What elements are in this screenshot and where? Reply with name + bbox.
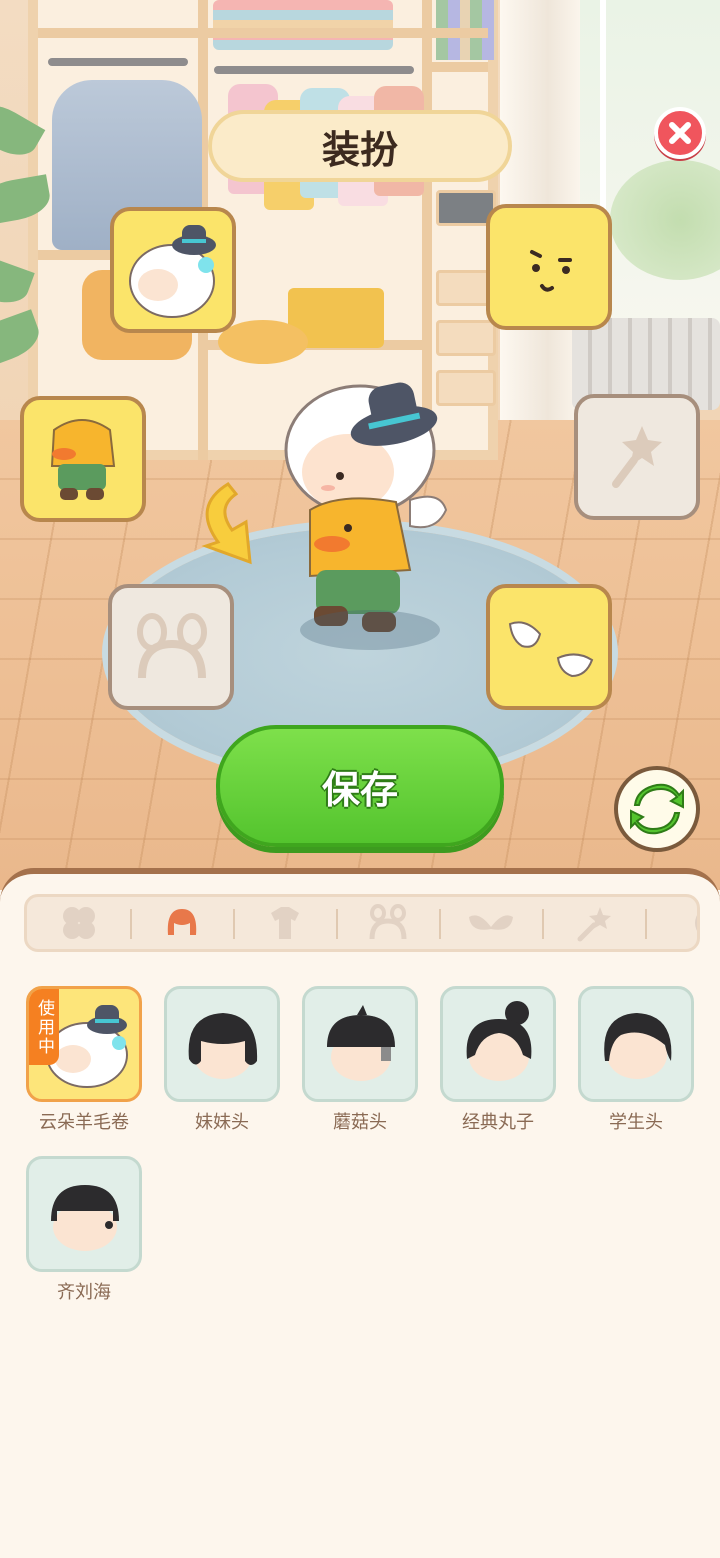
tab-hair[interactable] xyxy=(130,897,233,949)
item-name: 学生头 xyxy=(609,1112,663,1133)
hair-item-bun[interactable]: 经典丸子 xyxy=(440,986,556,1134)
item-thumbnail: 使用中 xyxy=(26,986,142,1102)
tab-headband[interactable] xyxy=(336,897,439,949)
angel-wings-icon xyxy=(508,621,594,678)
hair-item-student[interactable]: 学生头 xyxy=(578,986,694,1134)
hair-icon xyxy=(167,909,196,935)
item-thumbnail xyxy=(164,986,280,1102)
bob-hair-icon xyxy=(188,1013,258,1079)
hair-item-mushroom[interactable]: 蘑菇头 xyxy=(302,986,418,1134)
character-avatar xyxy=(270,380,470,660)
item-thumbnail xyxy=(440,986,556,1102)
headband-icon xyxy=(369,904,406,940)
star-wand-icon xyxy=(612,426,662,488)
wardrobe-panel: 使用中 云朵羊毛卷 妹妹头 蘑菇头 经典丸子 学生头 齐刘海 xyxy=(0,868,720,1558)
mushroom-hair-icon xyxy=(327,1005,395,1081)
bangs-hair-icon xyxy=(51,1185,119,1251)
save-button[interactable]: 保存 xyxy=(216,725,504,847)
in-use-badge: 使用中 xyxy=(29,989,59,1065)
bun-hair-icon xyxy=(466,1001,532,1081)
close-button[interactable] xyxy=(654,107,706,159)
plant xyxy=(0,95,53,371)
close-icon xyxy=(669,122,691,144)
hair-item-bangs[interactable]: 齐刘海 xyxy=(26,1156,142,1304)
tab-clover[interactable] xyxy=(27,897,130,949)
tab-clothes[interactable] xyxy=(233,897,336,949)
item-name: 蘑菇头 xyxy=(333,1112,387,1133)
tab-wings[interactable] xyxy=(439,897,542,949)
slot-face[interactable] xyxy=(486,204,612,330)
bunny-headband-icon xyxy=(137,613,207,679)
refresh-icon xyxy=(630,783,684,835)
page-title: 装扮 xyxy=(208,110,512,182)
hair-item-bob[interactable]: 妹妹头 xyxy=(164,986,280,1134)
item-name: 齐刘海 xyxy=(57,1282,111,1303)
category-tabs xyxy=(24,894,700,952)
wand-icon xyxy=(577,907,611,942)
item-thumbnail xyxy=(26,1156,142,1272)
slot-wings[interactable] xyxy=(486,584,612,710)
slot-headband[interactable] xyxy=(108,584,234,710)
slot-outfit[interactable] xyxy=(20,396,146,522)
hair-item-cloud-curls[interactable]: 使用中 云朵羊毛卷 xyxy=(26,986,142,1134)
item-thumbnail xyxy=(578,986,694,1102)
tab-face[interactable] xyxy=(645,897,697,949)
duck-outfit-icon xyxy=(50,419,116,500)
item-name: 云朵羊毛卷 xyxy=(39,1112,129,1133)
item-name: 经典丸子 xyxy=(462,1112,534,1133)
wings-icon xyxy=(468,915,513,930)
slot-handheld[interactable] xyxy=(574,394,700,520)
item-name: 妹妹头 xyxy=(195,1112,249,1133)
clothes-icon xyxy=(270,907,299,939)
face-icon xyxy=(694,914,697,932)
curved-arrow-icon xyxy=(201,482,252,565)
cloud-hair-icon xyxy=(129,225,216,318)
student-hair-icon xyxy=(604,1013,672,1079)
tab-wand[interactable] xyxy=(542,897,645,949)
smirk-face-icon xyxy=(530,250,572,292)
slot-hair[interactable] xyxy=(110,207,236,333)
refresh-button[interactable] xyxy=(614,766,700,852)
clover-icon xyxy=(62,907,95,939)
item-thumbnail xyxy=(302,986,418,1102)
